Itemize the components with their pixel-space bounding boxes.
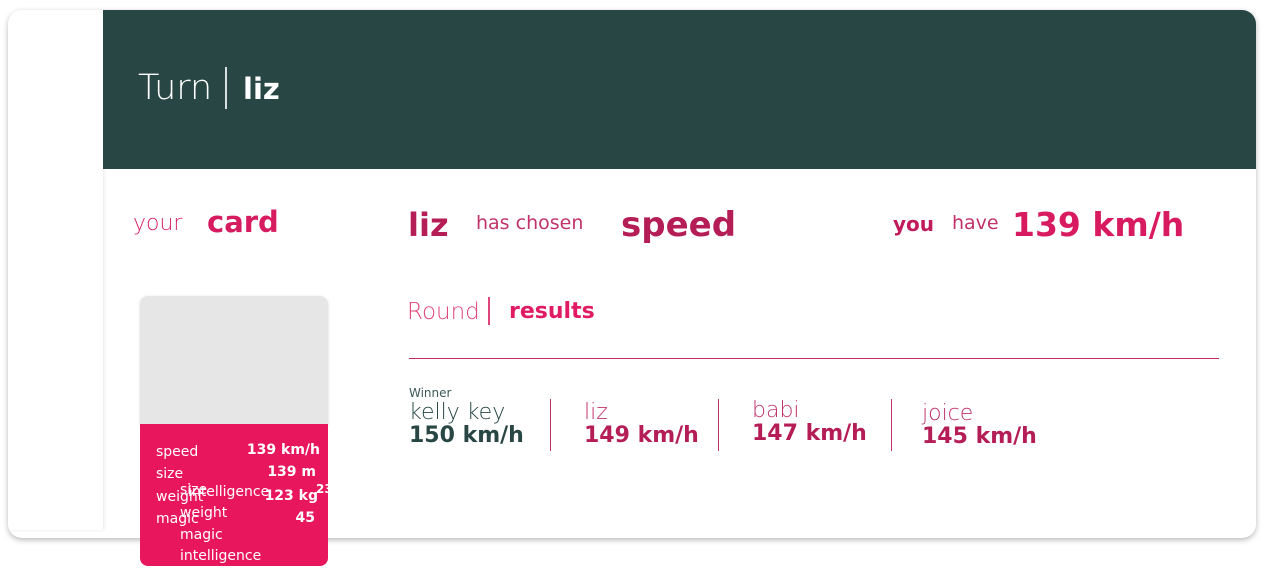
stat-value-speed: 139 km/h	[246, 442, 320, 458]
turn-divider	[225, 67, 227, 109]
results-title: results	[509, 299, 595, 324]
result-divider	[550, 399, 551, 451]
result-value: 149 km/h	[584, 423, 699, 448]
has-chosen-label: has chosen	[476, 212, 584, 234]
result-winner: Winner kelly key 150 km/h	[409, 386, 524, 448]
result-name: liz	[584, 400, 608, 425]
have-label: have	[952, 212, 999, 234]
winner-tag: Winner	[409, 386, 452, 400]
round-title: Round	[407, 299, 480, 325]
you-label: you	[893, 212, 935, 236]
results-rule	[409, 358, 1219, 359]
sidebar	[8, 10, 103, 530]
result-name: joice	[922, 401, 974, 426]
stat-value-magic: 45	[295, 510, 315, 526]
overlap-label: size	[180, 482, 208, 498]
stat-name-size: size	[156, 466, 184, 482]
player-card[interactable]: speed 139 km/h size 139 m weight 123 kg …	[140, 296, 333, 566]
result-value: 145 km/h	[922, 424, 1037, 449]
overlap-label: weight	[180, 505, 228, 521]
overlap-label: intelligence	[180, 548, 262, 564]
result-item: joice 145 km/h	[922, 387, 1037, 449]
result-name: babi	[752, 398, 800, 423]
chosen-attribute: speed	[621, 205, 737, 245]
stat-name-speed: speed	[156, 444, 199, 460]
turn-header: Turn liz	[103, 10, 1256, 169]
result-divider	[891, 399, 892, 451]
result-value: 147 km/h	[752, 421, 867, 446]
chooser-name: liz	[408, 206, 449, 244]
result-item: liz 149 km/h	[584, 386, 699, 448]
stat-value-weight: 123 kg	[264, 488, 318, 504]
round-divider	[488, 297, 490, 325]
card-image	[140, 296, 328, 424]
turn-label: Turn	[138, 68, 213, 108]
your-label: your	[133, 211, 183, 236]
result-name: kelly key	[409, 400, 506, 425]
result-divider	[718, 399, 719, 451]
stat-value-size: 139 m	[267, 464, 316, 480]
overlap-label: magic	[180, 527, 223, 543]
result-item: babi 147 km/h	[752, 384, 867, 446]
turn-player-name: liz	[243, 72, 280, 106]
card-label: card	[207, 205, 279, 239]
result-value: 150 km/h	[409, 423, 524, 448]
overlap-value: 23	[316, 482, 333, 496]
card-stats: speed 139 km/h size 139 m weight 123 kg …	[140, 424, 333, 566]
your-value: 139 km/h	[1012, 205, 1185, 244]
